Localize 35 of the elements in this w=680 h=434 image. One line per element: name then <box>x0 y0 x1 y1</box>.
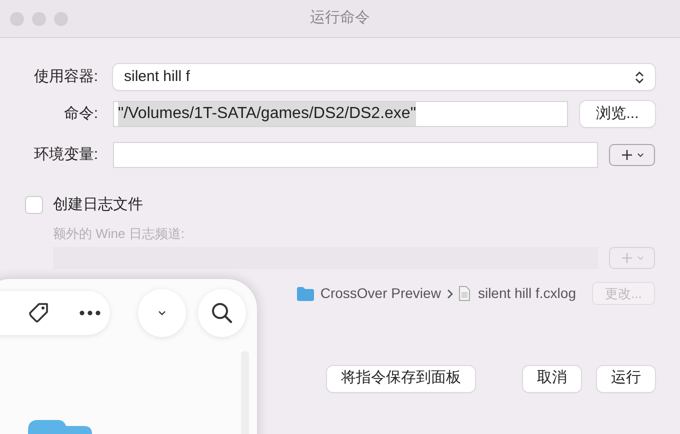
document-icon <box>458 286 470 301</box>
field-label: 环境变量: <box>32 144 99 165</box>
add-menu-button[interactable] <box>609 144 655 166</box>
plus-icon <box>620 252 632 264</box>
search-icon <box>211 302 233 324</box>
container-select[interactable]: silent hill f <box>113 64 655 90</box>
checkbox-label: 创建日志文件 <box>53 194 143 215</box>
browse-button[interactable]: 浏览... <box>580 101 655 127</box>
window-control-icon[interactable] <box>10 12 24 26</box>
window-title: 运行命令 <box>309 8 371 28</box>
tag-icon[interactable] <box>27 301 51 325</box>
command-field[interactable]: "/Volumes/1T-SATA/games/DS2/DS2.exe" <box>113 101 568 127</box>
folder-icon <box>297 286 314 300</box>
more-icon[interactable] <box>79 310 101 316</box>
dialog-button[interactable]: 取消 <box>523 366 581 392</box>
checkbox[interactable] <box>25 196 43 214</box>
field-label: 命令: <box>62 104 99 124</box>
field-label: 使用容器: <box>32 66 99 87</box>
path-segment[interactable]: silent hill f.cxlog <box>478 283 576 304</box>
window-control-icon[interactable] <box>32 12 46 26</box>
plus-icon <box>620 149 632 161</box>
chevron-down-icon <box>158 310 166 316</box>
window-control-icon[interactable] <box>54 12 68 26</box>
dropdown-button[interactable] <box>138 289 186 337</box>
chevron-down-icon <box>636 254 644 260</box>
dialog-button[interactable]: 将指令保存到面板 <box>327 366 475 392</box>
updown-icon <box>635 70 644 84</box>
search-button[interactable] <box>198 289 246 337</box>
chevron-down-icon <box>636 152 644 158</box>
path-segment[interactable]: CrossOver Preview <box>320 283 441 304</box>
wine-channels-label: 额外的 Wine 日志频道: <box>53 225 186 243</box>
environment-field[interactable] <box>113 142 598 168</box>
folder-icon <box>28 420 92 434</box>
chevron-right-icon <box>446 288 453 298</box>
dialog-button[interactable]: 运行 <box>597 366 655 392</box>
